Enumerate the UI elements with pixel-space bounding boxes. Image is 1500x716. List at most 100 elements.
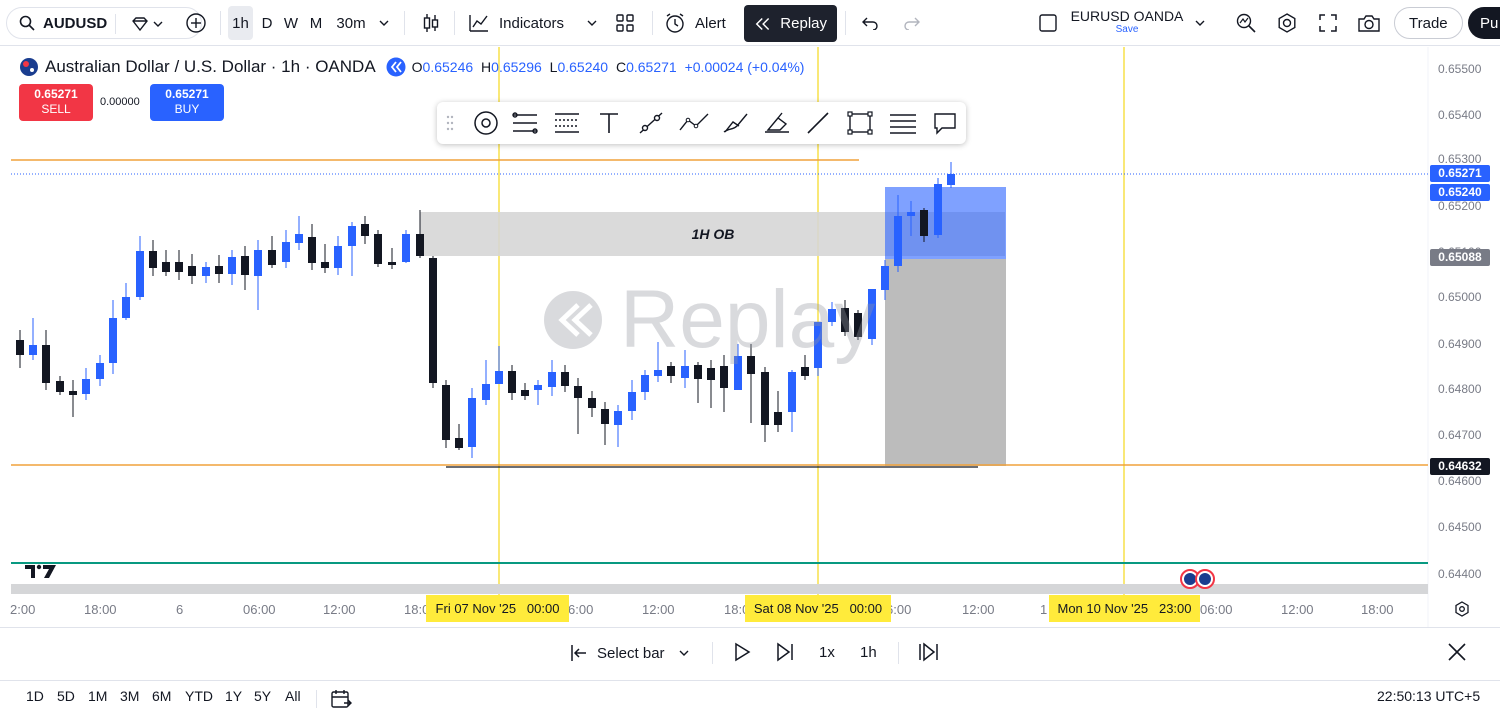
replay-mode-icon[interactable]: [386, 57, 406, 77]
range-ytd[interactable]: YTD: [185, 688, 213, 704]
cursor-tool-icon[interactable]: [473, 110, 499, 136]
candle-body: [374, 234, 382, 264]
settings-button[interactable]: [1274, 6, 1300, 40]
symbol-name: AUDUSD: [43, 14, 108, 32]
candle-body: [295, 234, 303, 243]
step-forward-icon: [777, 642, 793, 662]
undo-button[interactable]: [858, 6, 882, 40]
speed-button[interactable]: 1x: [819, 642, 835, 662]
candle-body: [361, 224, 369, 236]
compare-symbols-icon[interactable]: [131, 16, 149, 32]
indicators-dropdown[interactable]: [582, 6, 602, 40]
close-replay-button[interactable]: [1447, 642, 1467, 662]
templates-button[interactable]: [612, 6, 638, 40]
layout-dropdown[interactable]: [1192, 6, 1208, 40]
spread-value: 0.00000: [100, 96, 140, 108]
eraser-icon[interactable]: [762, 110, 792, 136]
range-5y[interactable]: 5Y: [254, 688, 271, 704]
fib-channel-icon[interactable]: [511, 110, 539, 136]
candle-body: [521, 390, 529, 396]
timeframe-dropdown[interactable]: [374, 6, 394, 40]
text-tool-icon[interactable]: [597, 110, 621, 136]
screenshot-button[interactable]: [1355, 6, 1383, 40]
candle-body: [122, 297, 130, 318]
replay-controls: Select bar 1x 1h: [0, 627, 1500, 677]
range-3m[interactable]: 3M: [120, 688, 139, 704]
candle-body: [761, 372, 769, 425]
range-all[interactable]: All: [285, 688, 301, 704]
candle-body: [881, 266, 889, 290]
candle-body: [254, 250, 262, 276]
legend-title[interactable]: Australian Dollar / U.S. Dollar · 1h · O…: [45, 57, 376, 77]
comment-icon[interactable]: [932, 110, 958, 136]
economic-event-icons[interactable]: [1180, 569, 1215, 589]
chevron-down-icon[interactable]: [153, 20, 163, 28]
candle-body: [707, 368, 715, 380]
chart-type-button[interactable]: [418, 6, 444, 40]
layout-name-button[interactable]: EURUSD OANDA Save: [1064, 8, 1190, 38]
fib-retracement-icon[interactable]: [553, 110, 581, 136]
timeframe-m[interactable]: M: [306, 6, 326, 40]
candle-body: [614, 411, 622, 425]
quick-search-button[interactable]: [1233, 6, 1259, 40]
candle-body: [188, 266, 196, 276]
fullscreen-icon: [1319, 14, 1337, 32]
publish-button[interactable]: Pu: [1468, 7, 1500, 39]
range-6m[interactable]: 6M: [152, 688, 171, 704]
jump-to-realtime-button[interactable]: [918, 642, 940, 662]
search-icon: [19, 15, 35, 31]
magnifier-chart-icon: [1236, 13, 1256, 33]
range-1y[interactable]: 1Y: [225, 688, 242, 704]
symbol-search[interactable]: AUDUSD: [6, 7, 202, 39]
drag-handle-icon[interactable]: [446, 115, 454, 131]
range-5d[interactable]: 5D: [57, 688, 75, 704]
drawing-toolbar: [437, 102, 966, 144]
replay-button[interactable]: Replay: [744, 5, 837, 42]
timeframe-1h[interactable]: 1h: [228, 6, 253, 40]
indicators-icon: [469, 15, 488, 32]
highlighter-icon[interactable]: [721, 110, 751, 136]
path-tool-icon[interactable]: [678, 110, 710, 136]
time-axis-label: 2:00: [10, 602, 36, 617]
candle-body: [348, 226, 356, 246]
clock[interactable]: 22:50:13 UTC+5: [1377, 688, 1480, 704]
trade-button[interactable]: Trade: [1394, 7, 1463, 39]
range-1m[interactable]: 1M: [88, 688, 107, 704]
close-value: 0.65271: [626, 59, 677, 75]
rectangle-tool-icon[interactable]: [846, 110, 874, 136]
play-button[interactable]: [733, 642, 751, 662]
candle-body: [388, 262, 396, 265]
camera-icon: [1358, 15, 1380, 32]
time-axis-label: 12:00: [962, 602, 995, 617]
update-interval-button[interactable]: 1h: [860, 642, 877, 662]
candle-body: [588, 398, 596, 408]
buy-label: BUY: [174, 102, 200, 116]
trend-line-icon[interactable]: [805, 110, 831, 136]
select-bar-icon: [571, 645, 586, 661]
buy-button[interactable]: 0.65271 BUY: [150, 84, 224, 121]
layout-checkbox[interactable]: [1036, 6, 1060, 40]
price-axis-label: 0.65000: [1438, 290, 1482, 304]
step-forward-button[interactable]: [775, 642, 795, 662]
redo-button[interactable]: [900, 6, 924, 40]
change-value: +0.00024 (+0.04%): [684, 59, 805, 75]
range-1d[interactable]: 1D: [26, 688, 44, 704]
price-axis-label: 0.65500: [1438, 62, 1482, 76]
timeframe-d[interactable]: D: [258, 6, 276, 40]
sell-button[interactable]: 0.65271 SELL: [19, 84, 93, 121]
brush-tool-icon[interactable]: [637, 110, 665, 136]
candle-body: [720, 366, 728, 388]
timeframe-w[interactable]: W: [281, 6, 301, 40]
timeframe-30m[interactable]: 30m: [333, 6, 369, 40]
select-bar-button[interactable]: Select bar: [569, 640, 689, 666]
layout-name: EURUSD OANDA: [1070, 8, 1184, 24]
line-style-icon[interactable]: [888, 110, 918, 136]
go-to-date-icon[interactable]: [330, 688, 352, 710]
add-symbol-button[interactable]: [182, 6, 210, 40]
open-label: O: [411, 59, 423, 75]
gear-icon: [1278, 13, 1296, 33]
alert-button[interactable]: Alert: [664, 6, 734, 40]
candlestick-icon: [423, 14, 439, 32]
fullscreen-button[interactable]: [1315, 6, 1341, 40]
indicators-button[interactable]: Indicators: [468, 6, 578, 40]
